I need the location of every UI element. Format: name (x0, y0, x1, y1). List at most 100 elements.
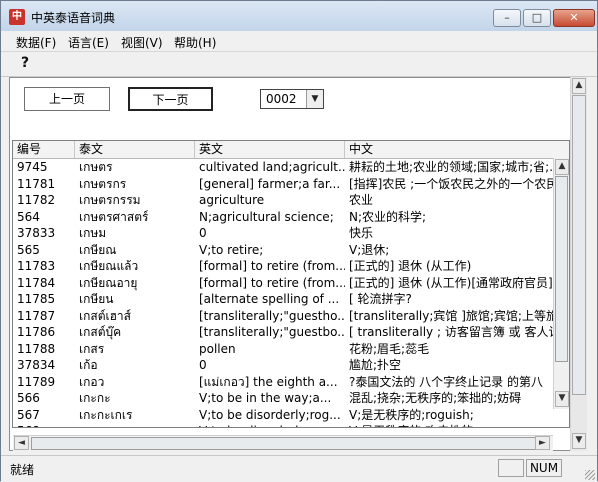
table-row[interactable]: 11783 เกษียณแล้ว [formal] to retire (from.… (13, 258, 553, 275)
table-horizontal-thumb[interactable] (31, 437, 541, 450)
thai-cell: เกะกะ (79, 391, 111, 405)
thai-cell: เกษียณ (79, 242, 117, 257)
english-cell: N;agricultural science; (199, 209, 334, 224)
table-scroll-down-icon[interactable]: ▼ (555, 391, 569, 407)
english-cell: [transliterally;"guestbo... (199, 325, 345, 339)
number-cell: 11785 (17, 292, 56, 306)
number-cell: 11783 (17, 259, 56, 273)
english-cell: [แม่เกอว] the eighth a... (199, 374, 338, 389)
column-header-english[interactable]: 英文 (195, 141, 345, 158)
chinese-cell: V;退休; (349, 242, 390, 257)
menu-help[interactable]: 帮助(H) (174, 34, 216, 51)
chinese-cell: N;农业的科学; (349, 209, 427, 224)
chinese-cell: ?泰国文法的 八个字终止记录 的第八 (349, 374, 543, 389)
table-row[interactable]: 9745 เกษตร cultivated land;agricult... 耕耘的土… (13, 159, 553, 176)
main-scroll-thumb[interactable] (572, 95, 586, 395)
table-row[interactable]: 11788 เกสร pollen 花粉;眉毛;蕊毛 (13, 341, 553, 358)
thai-cell: เกอว (79, 374, 105, 389)
chinese-cell: 混乱;挠杂;无秩序的;笨拙的;妨碍 (349, 391, 522, 405)
status-bar: 就绪 NUM (1, 455, 597, 482)
table-scroll-left-icon[interactable]: ◄ (14, 436, 29, 450)
window-title: 中英泰语音词典 (31, 11, 116, 25)
main-scroll-up-icon[interactable]: ▲ (572, 78, 586, 94)
table-row[interactable]: 11781 เกษตรกร [general] farmer;a far... [指挥… (13, 176, 553, 193)
table-row[interactable]: 564 เกษตรศาสตร์ N;agricultural science; N;… (13, 209, 553, 226)
application-window: 中 中英泰语音词典 – □ ✕ 数据(F) 语言(E) 视图(V) 帮助(H) … (0, 0, 598, 482)
english-cell: V;to be disorderly;agg... (195, 423, 345, 427)
number-cell: 11781 (17, 176, 56, 191)
chinese-cell: [ transliterally ; 访客留言簿 或 客人记录] (349, 325, 553, 339)
table-row[interactable]: 11784 เกษียณอายุ [formal] to retire (from.… (13, 275, 553, 292)
number-cell: 11788 (17, 341, 56, 356)
number-cell: 9745 (17, 160, 48, 174)
status-text: 就绪 (10, 463, 35, 477)
chinese-cell: [transliterally;宾馆 ]旅馆;宾馆;上等旅馆 (349, 308, 553, 323)
column-header-number[interactable]: 编号 (13, 141, 75, 158)
number-cell: 567 (17, 407, 40, 422)
status-empty-field (498, 459, 524, 477)
thai-cell: เกษียณแล้ว (79, 259, 139, 273)
number-cell: 568 (13, 423, 75, 427)
table-horizontal-scrollbar[interactable]: ◄ ► (13, 435, 553, 451)
thai-cell: เกะกะเกเร (79, 407, 133, 422)
thai-cell: เกษตรกรรม (79, 193, 141, 207)
table-header: 编号 泰文 英文 中文 (13, 141, 569, 159)
column-header-chinese[interactable]: 中文 (345, 141, 569, 158)
number-cell: 11787 (17, 308, 56, 323)
table-row[interactable]: 37833 เกษม 0 快乐 (13, 225, 553, 242)
column-header-thai[interactable]: 泰文 (75, 141, 195, 158)
table-row[interactable]: 11787 เกสต์เฮาส์ [transliterally;"guestho.… (13, 308, 553, 325)
number-cell: 11782 (17, 193, 56, 207)
table-row[interactable]: 567 เกะกะเกเร V;to be disorderly;rog... V;… (13, 407, 553, 424)
dropdown-arrow-icon[interactable]: ▼ (306, 90, 323, 108)
english-cell: agriculture (199, 193, 265, 207)
table-row[interactable]: 37834 เก้อ 0 尴尬;扑空 (13, 357, 553, 374)
menu-language[interactable]: 语言(E) (68, 34, 109, 51)
menu-view[interactable]: 视图(V) (121, 34, 163, 51)
page-select[interactable]: 0002 ▼ (260, 89, 324, 109)
previous-page-button[interactable]: 上一页 (24, 87, 110, 111)
table-row[interactable]: 11789 เกอว [แม่เกอว] the eighth a... ?泰国文法的… (13, 374, 553, 391)
thai-cell: เกะกระราน (75, 423, 195, 427)
thai-cell: เกษม (79, 226, 107, 240)
title-bar[interactable]: 中 中英泰语音词典 – □ ✕ (1, 1, 597, 32)
table-scroll-thumb[interactable] (555, 176, 568, 362)
maximize-button[interactable]: □ (523, 9, 551, 27)
table-row[interactable]: 11785 เกษียน [alternate spelling of ... [ 轮… (13, 291, 553, 308)
chinese-cell: 农业 (349, 193, 374, 207)
resize-grip-icon[interactable] (585, 470, 595, 480)
english-cell: [formal] to retire (from... (199, 275, 345, 290)
table-row[interactable]: 11786 เกสต์บุ๊ค [transliterally;"guestbo..… (13, 324, 553, 341)
number-cell: 11789 (17, 374, 56, 389)
chinese-cell: 花粉;眉毛;蕊毛 (349, 341, 430, 356)
table-row[interactable]: 565 เกษียณ V;to retire; V;退休; (13, 242, 553, 259)
minimize-button[interactable]: – (493, 9, 521, 27)
page-number: 0002 (266, 92, 297, 106)
english-cell: V;to retire; (199, 242, 264, 257)
main-scroll-down-icon[interactable]: ▼ (572, 433, 586, 449)
chinese-cell: [正式的] 退休 (从工作) (349, 259, 472, 273)
number-cell: 566 (17, 391, 40, 405)
main-vertical-scrollbar[interactable]: ▲ ▼ (570, 77, 587, 451)
table-scroll-right-icon[interactable]: ► (535, 436, 550, 450)
english-cell: V;to be in the way;a... (199, 391, 332, 405)
dictionary-table: 编号 泰文 英文 中文 9745 เกษตร cultivated land;agr… (12, 140, 570, 428)
table-scroll-up-icon[interactable]: ▲ (555, 159, 569, 175)
table-row[interactable]: 566 เกะกะ V;to be in the way;a... 混乱;挠杂;无秩… (13, 390, 553, 407)
help-cursor-icon[interactable]: ? (17, 55, 33, 71)
chinese-cell: 尴尬;扑空 (349, 358, 402, 372)
next-page-button[interactable]: 下一页 (128, 87, 213, 111)
english-cell: V;to be disorderly;rog... (199, 407, 341, 422)
menu-bar: 数据(F) 语言(E) 视图(V) 帮助(H) (1, 31, 597, 52)
table-row[interactable]: 11782 เกษตรกรรม agriculture 农业 (13, 192, 553, 209)
english-cell: 0 (199, 226, 207, 240)
chinese-cell: [ 轮流拼字? (349, 292, 412, 306)
english-cell: [alternate spelling of ... (199, 292, 340, 306)
number-cell: 37833 (17, 226, 56, 240)
table-vertical-scrollbar[interactable]: ▲ ▼ (553, 158, 569, 409)
close-button[interactable]: ✕ (553, 9, 595, 27)
menu-data[interactable]: 数据(F) (16, 34, 56, 51)
table-row[interactable]: 568เกะกระราน V;to be disorderly;agg...V;… (13, 423, 553, 427)
thai-cell: เกสร (79, 341, 105, 356)
english-cell: [general] farmer;a far... (199, 176, 341, 191)
